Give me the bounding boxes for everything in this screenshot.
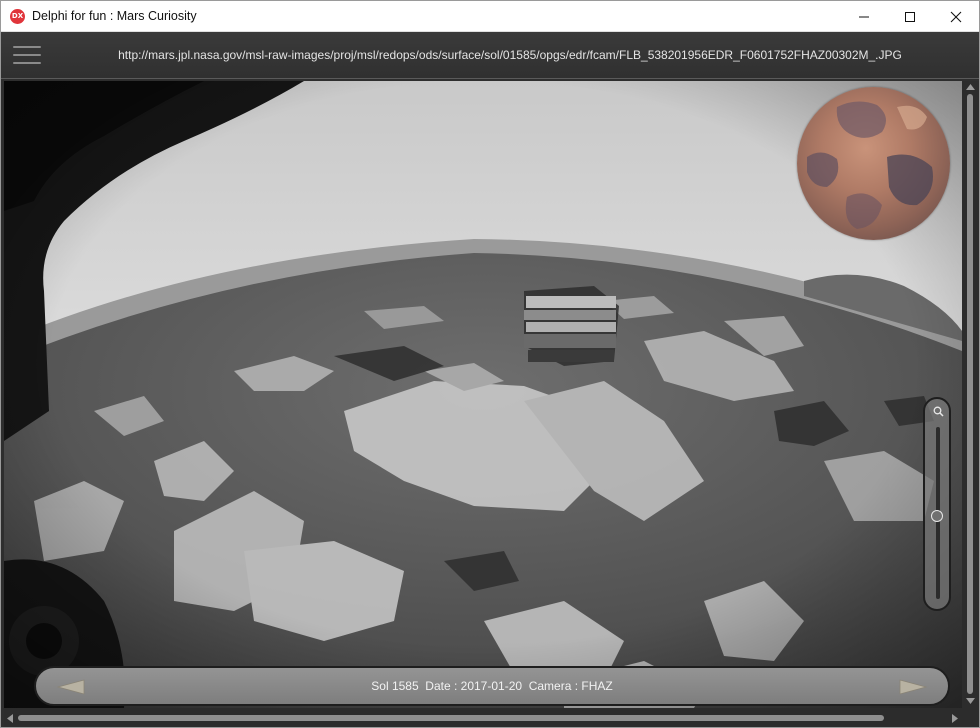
photo-info-text: Sol 1585 Date : 2017-01-20 Camera : FHAZ <box>371 679 613 693</box>
window-title: Delphi for fun : Mars Curiosity <box>32 9 197 23</box>
horizontal-scrollbar[interactable] <box>4 708 962 727</box>
vertical-scroll-thumb[interactable] <box>967 94 973 694</box>
minimize-icon <box>859 16 869 17</box>
scroll-right-icon[interactable] <box>952 714 958 723</box>
horizontal-scroll-thumb[interactable] <box>18 715 884 721</box>
arrow-right-icon[interactable] <box>898 678 928 696</box>
title-bar[interactable]: DX Delphi for fun : Mars Curiosity <box>1 1 979 32</box>
app-logo-icon: DX <box>10 9 25 24</box>
app-window: DX Delphi for fun : Mars Curiosity http:… <box>0 0 980 728</box>
vertical-scrollbar[interactable] <box>962 81 979 708</box>
photo-info-bar: Sol 1585 Date : 2017-01-20 Camera : FHAZ <box>34 666 950 706</box>
minimize-button[interactable] <box>841 1 887 32</box>
zoom-thumb[interactable] <box>931 510 943 523</box>
scroll-left-icon[interactable] <box>7 714 13 723</box>
toolbar: http://mars.jpl.nasa.gov/msl-raw-images/… <box>1 32 979 79</box>
hamburger-menu-icon[interactable] <box>11 43 43 67</box>
photo-viewport[interactable]: Sol 1585 Date : 2017-01-20 Camera : FHAZ <box>4 81 962 708</box>
close-button[interactable] <box>933 1 979 32</box>
zoom-slider[interactable] <box>923 397 951 611</box>
mars-globe-image[interactable] <box>797 87 950 240</box>
close-icon <box>950 11 962 22</box>
mars-surface-icon <box>807 101 933 229</box>
image-url-label: http://mars.jpl.nasa.gov/msl-raw-images/… <box>118 48 902 62</box>
magnifier-icon <box>933 406 944 417</box>
scroll-up-icon[interactable] <box>966 84 975 90</box>
scrollbar-corner <box>962 708 979 727</box>
maximize-icon <box>905 11 915 22</box>
scroll-down-icon[interactable] <box>966 698 975 704</box>
maximize-button[interactable] <box>887 1 933 32</box>
